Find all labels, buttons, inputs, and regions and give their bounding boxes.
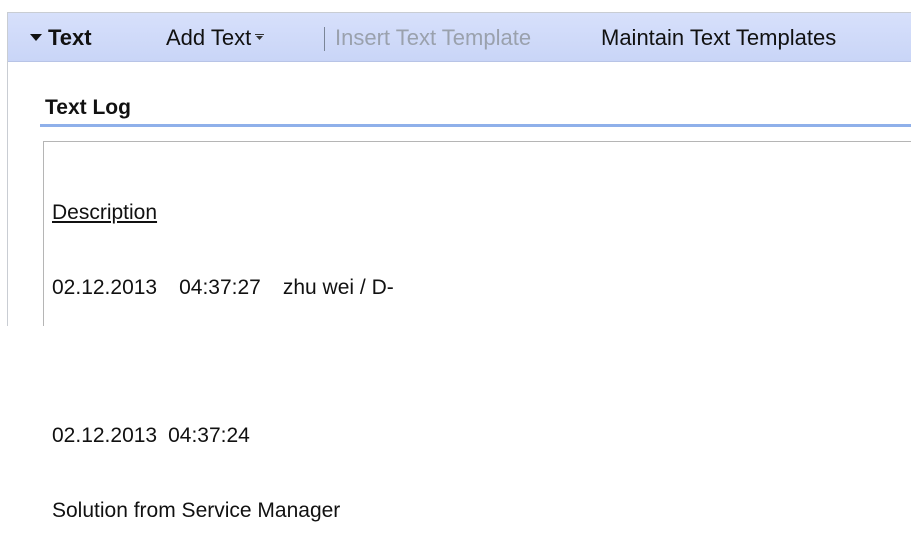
entry-user: zhu wei / D- — [282, 276, 394, 299]
log-entry-2-header: 02.12.2013 04:37:24 — [52, 423, 416, 448]
description-label: Description — [52, 201, 158, 224]
text-log-content: Description 02.12.2013 04:37:27 zhu wei / … — [52, 150, 416, 548]
toolbar-title: Text — [48, 25, 92, 50]
entry-date: 02.12.2013 — [52, 424, 158, 447]
log-entry-2-text: Solution from Service Manager — [52, 499, 341, 522]
text-section-toggle[interactable]: Text — [30, 25, 92, 51]
add-text-label: Add Text — [166, 25, 252, 50]
triangle-down-icon — [30, 33, 42, 41]
entry-time: 04:37:27 — [179, 276, 261, 299]
text-log-heading: Text Log — [45, 96, 131, 119]
maintain-text-templates-button[interactable]: Maintain Text Templates — [601, 25, 836, 51]
entry-date: 02.12.2013 — [52, 276, 158, 299]
add-text-menu-button[interactable]: Add Text — [166, 25, 265, 51]
toolbar-separator — [324, 27, 325, 51]
log-entry-1: 02.12.2013 04:37:27 zhu wei / D- — [52, 275, 416, 300]
entry-time: 04:37:24 — [168, 424, 250, 447]
text-toolbar: Text Add Text Insert Text Template Maint… — [8, 13, 911, 62]
chevron-down-icon — [255, 34, 265, 41]
section-divider — [40, 124, 911, 127]
insert-text-template-button[interactable]: Insert Text Template — [335, 25, 531, 51]
